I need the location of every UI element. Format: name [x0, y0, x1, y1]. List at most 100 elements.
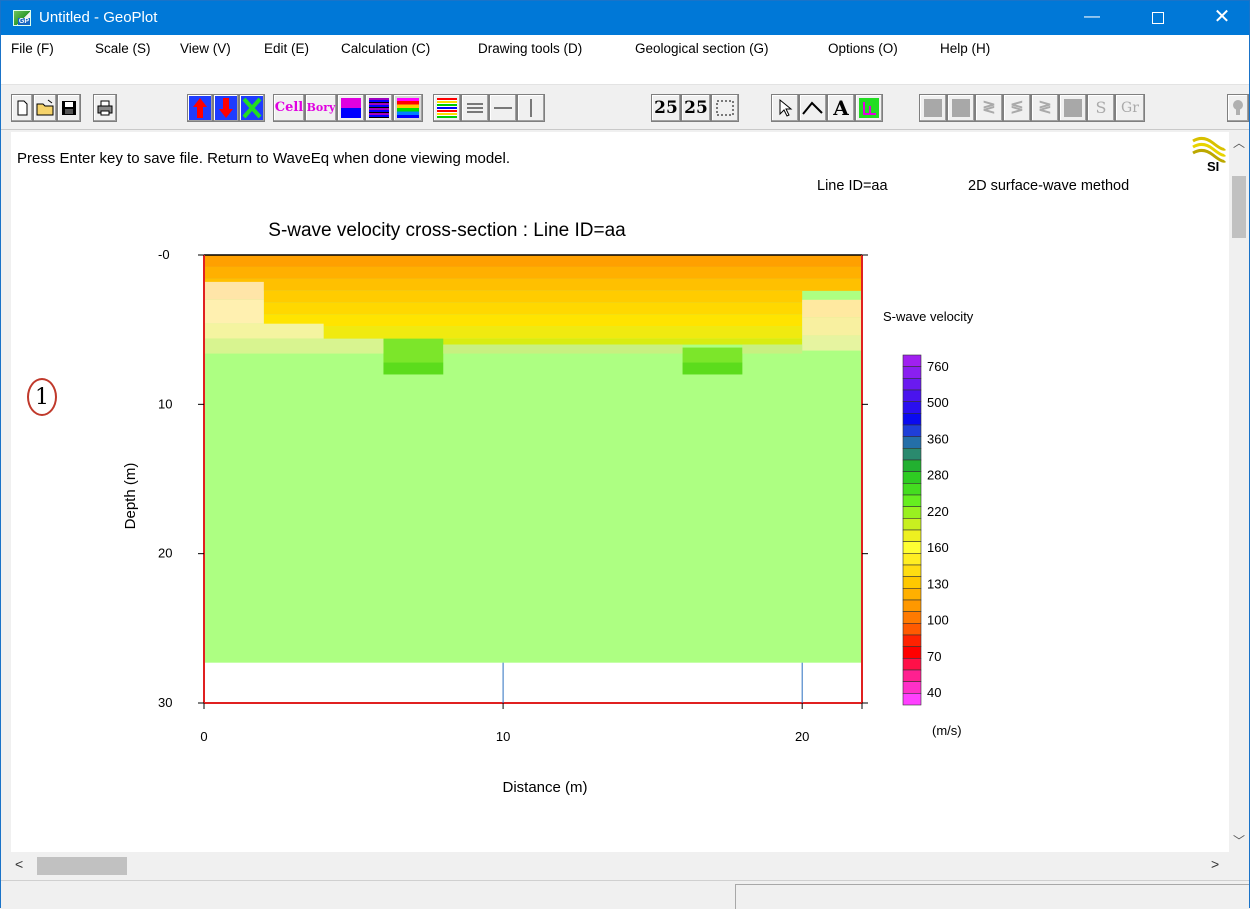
horizontal-lines-icon	[467, 103, 483, 113]
printer-icon	[97, 100, 113, 116]
close-button[interactable]: ✕	[1199, 1, 1245, 35]
title-bar[interactable]: GP Untitled - GeoPlot — ✕	[1, 1, 1249, 35]
horizontal-scrollbar[interactable]: < >	[11, 852, 1229, 880]
colorbar-swatch	[902, 599, 922, 612]
s-button[interactable]: S	[1087, 94, 1115, 122]
new-file-icon	[17, 100, 28, 116]
maximize-icon	[1152, 12, 1164, 24]
velocity-cell	[682, 347, 743, 363]
colorbar-label: 360	[927, 431, 949, 446]
menu-view[interactable]: View (V)	[180, 41, 231, 56]
save-file-button[interactable]	[57, 94, 81, 122]
velocity-cell	[204, 281, 264, 300]
zigzag-icon: ≶	[1010, 99, 1024, 116]
disabled-button-1[interactable]	[919, 94, 947, 122]
colorbar-swatch	[902, 646, 922, 659]
colorbar-swatch	[902, 588, 922, 601]
menu-file[interactable]: File (F)	[11, 41, 54, 56]
open-file-button[interactable]	[33, 94, 57, 122]
vertical-scrollbar[interactable]: ︿ ﹀	[1229, 132, 1249, 852]
status-pane	[735, 884, 1249, 909]
colorbar-label: 220	[927, 504, 949, 519]
vertical-line-button[interactable]	[517, 94, 545, 122]
horizontal-lines-button[interactable]	[461, 94, 489, 122]
gray-square-icon	[952, 99, 970, 117]
new-file-button[interactable]	[11, 94, 33, 122]
chart-title: S-wave velocity cross-section : Line ID=…	[268, 220, 626, 241]
cursor-arrow-icon	[779, 98, 793, 117]
geoplot-app-icon[interactable]: GP	[13, 10, 31, 26]
move-down-button[interactable]	[213, 94, 239, 122]
menu-scale[interactable]: Scale (S)	[95, 41, 151, 56]
menu-calculation[interactable]: Calculation (C)	[341, 41, 430, 56]
y-tick-label: -0	[158, 247, 170, 262]
rainbow-color-button[interactable]	[393, 94, 423, 122]
colorbar-swatch	[902, 378, 922, 391]
toolbar: Cell Bory 25 25 A ≷ ≶ ≷ S Gr	[1, 86, 1249, 130]
delete-button[interactable]	[239, 94, 265, 122]
colorbar-swatch	[902, 669, 922, 682]
colorbar-swatch	[902, 553, 922, 566]
y-tick-label: 10	[158, 396, 172, 411]
disabled-button-5[interactable]: ≷	[1031, 94, 1059, 122]
vertical-scroll-thumb[interactable]	[1232, 176, 1246, 238]
green-x-icon	[242, 97, 262, 119]
cell-button[interactable]: Cell	[273, 94, 305, 122]
zigzag-icon: ≷	[1038, 99, 1052, 116]
single-hline-button[interactable]	[489, 94, 517, 122]
colorbar-swatch	[902, 436, 922, 449]
horizontal-scroll-thumb[interactable]	[37, 857, 127, 875]
colorbar-swatch	[902, 576, 922, 589]
colorbar-title: S-wave velocity	[883, 309, 974, 324]
minimize-button[interactable]: —	[1069, 1, 1115, 35]
rainbow-lines-button[interactable]	[433, 94, 461, 122]
colorbar-swatch	[902, 541, 922, 554]
scroll-left-arrow-icon[interactable]: <	[15, 856, 23, 872]
save-icon	[62, 101, 76, 115]
x-tick-label: 0	[200, 729, 207, 744]
velocity-cell	[802, 317, 862, 336]
disabled-button-7[interactable]	[1227, 94, 1249, 122]
colorbar-label: 70	[927, 649, 941, 664]
disabled-button-6[interactable]	[1059, 94, 1087, 122]
scale-25-button-2[interactable]: 25	[681, 94, 711, 122]
disabled-button-4[interactable]: ≶	[1003, 94, 1031, 122]
select-area-button[interactable]	[711, 94, 739, 122]
menu-drawing-tools[interactable]: Drawing tools (D)	[478, 41, 582, 56]
scale-25-button-1[interactable]: 25	[651, 94, 681, 122]
menu-options[interactable]: Options (O)	[828, 41, 898, 56]
colorbar-label: 280	[927, 468, 949, 483]
scroll-down-arrow-icon[interactable]: ﹀	[1233, 832, 1245, 849]
scroll-up-arrow-icon[interactable]: ︿	[1233, 134, 1245, 151]
velocity-cell	[802, 335, 862, 351]
colorbar-swatch	[902, 483, 922, 496]
scroll-right-arrow-icon[interactable]: >	[1211, 856, 1219, 872]
color-bands-button[interactable]	[365, 94, 393, 122]
maximize-button[interactable]	[1135, 1, 1181, 35]
horizontal-line-icon	[494, 107, 512, 109]
geology-layer-button[interactable]	[855, 94, 883, 122]
text-tool-button[interactable]: A	[827, 94, 855, 122]
geoplot-window: GP Untitled - GeoPlot — ✕ File (F) Scale…	[0, 0, 1250, 909]
menu-help[interactable]: Help (H)	[940, 41, 990, 56]
color-fill-button[interactable]	[337, 94, 365, 122]
disabled-button-2[interactable]	[947, 94, 975, 122]
bory-button[interactable]: Bory	[305, 94, 337, 122]
velocity-cell	[204, 255, 862, 267]
velocity-cell	[204, 299, 264, 324]
client-area[interactable]: Press Enter key to save file. Return to …	[11, 132, 1229, 852]
menu-edit[interactable]: Edit (E)	[264, 41, 309, 56]
curve-icon	[802, 101, 823, 115]
vertical-line-icon	[530, 99, 532, 117]
velocity-cell	[802, 299, 862, 318]
move-up-button[interactable]	[187, 94, 213, 122]
colorbar-swatch	[902, 529, 922, 542]
menu-geological-section[interactable]: Geological section (G)	[635, 41, 769, 56]
gr-button[interactable]: Gr	[1115, 94, 1145, 122]
curve-tool-button[interactable]	[799, 94, 827, 122]
print-button[interactable]	[93, 94, 117, 122]
pointer-button[interactable]	[771, 94, 799, 122]
colorbar-label: 760	[927, 359, 949, 374]
disabled-button-3[interactable]: ≷	[975, 94, 1003, 122]
zigzag-icon: ≷	[982, 99, 996, 116]
